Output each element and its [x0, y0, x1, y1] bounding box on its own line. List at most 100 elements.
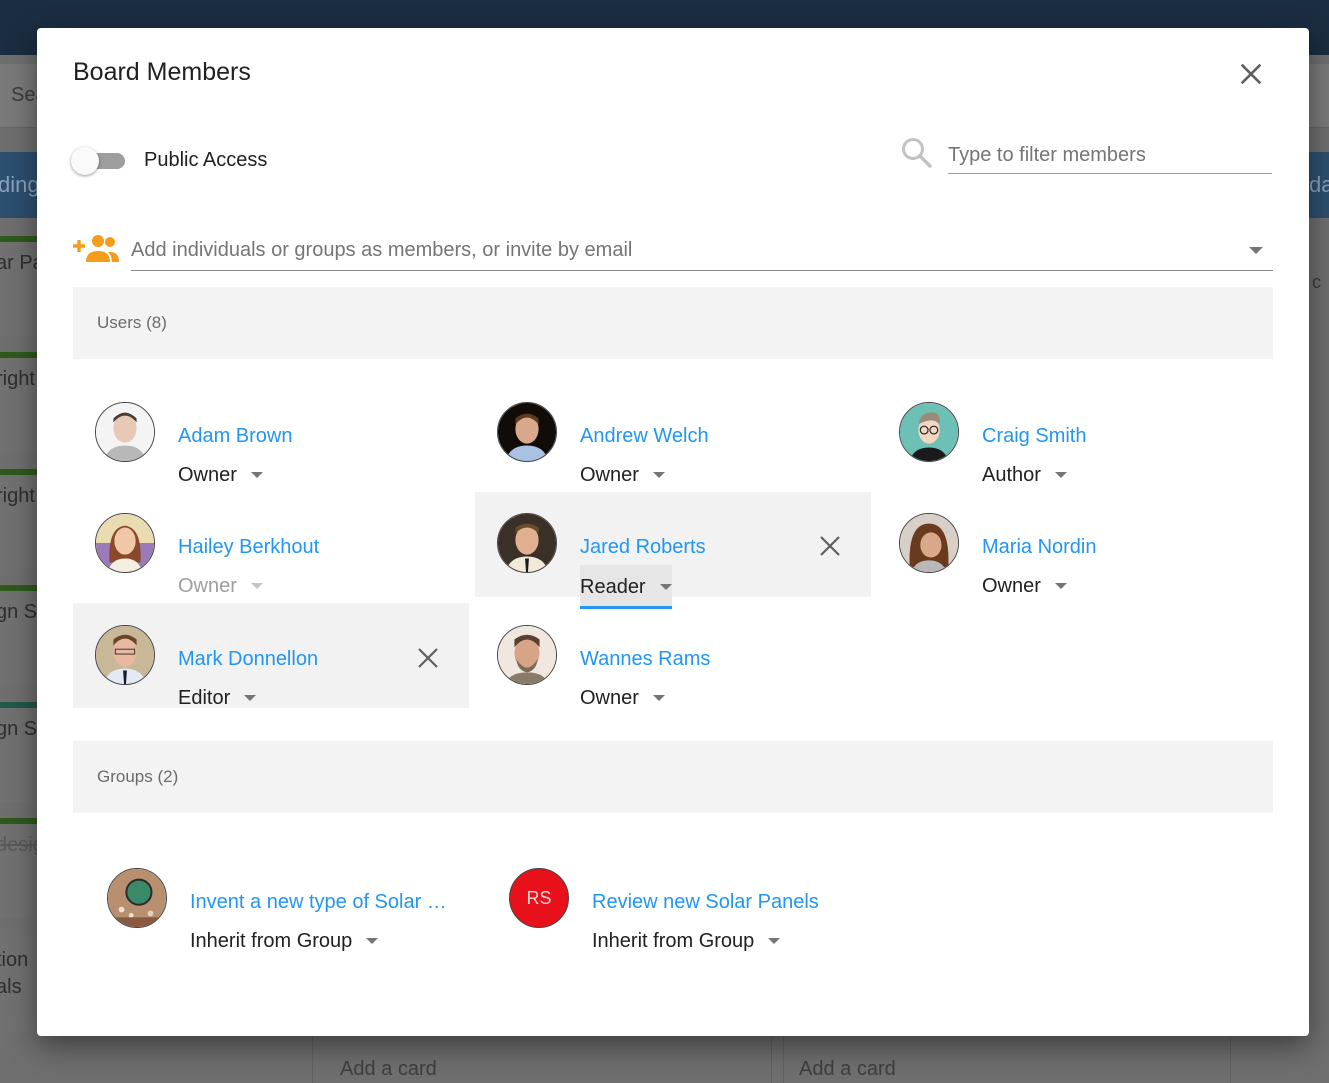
member-name-link[interactable]: Maria Nordin: [982, 536, 1096, 559]
group-name-link[interactable]: Invent a new type of Solar …: [190, 891, 447, 914]
avatar: [899, 513, 959, 573]
user-cartoon-icon: [900, 403, 958, 461]
add-members-placeholder: Add individuals or groups as members, or…: [131, 239, 633, 261]
member-name-link[interactable]: Mark Donnellon: [178, 648, 318, 671]
avatar: [497, 513, 557, 573]
caret-down-icon: [652, 695, 665, 701]
role-dropdown[interactable]: Owner: [982, 571, 1067, 601]
filter-members-input[interactable]: [948, 134, 1272, 174]
bg-card: desig: [0, 818, 37, 918]
list-divider: [783, 1036, 784, 1083]
group-name-link[interactable]: Review new Solar Panels: [592, 891, 819, 914]
group-initials-avatar: RS: [509, 868, 569, 928]
member-item-hovered: Mark Donnellon Editor: [73, 603, 469, 709]
member-item-hovered: Jared Roberts Reader: [475, 492, 871, 609]
bg-card: gn S: [0, 702, 37, 802]
users-section-label: Users (8): [97, 313, 167, 332]
member-name-link[interactable]: Jared Roberts: [580, 536, 706, 559]
caret-down-icon: [366, 938, 379, 944]
role-label: Editor: [178, 686, 231, 709]
role-dropdown[interactable]: Owner: [178, 460, 263, 490]
role-label: Reader: [580, 575, 646, 598]
user-photo-icon: [96, 626, 154, 684]
public-access-toggle[interactable]: [71, 147, 127, 175]
caret-down-icon: [1054, 472, 1067, 478]
remove-member-button[interactable]: [818, 534, 842, 558]
dialog-title: Board Members: [73, 58, 251, 86]
user-photo-icon: [96, 514, 154, 572]
member-name-link[interactable]: Adam Brown: [178, 425, 293, 448]
bg-fragment: c: [1312, 272, 1321, 292]
add-card-link[interactable]: Add a card: [799, 1058, 896, 1081]
remove-member-button[interactable]: [416, 646, 440, 670]
bg-card: right: [0, 352, 37, 452]
close-icon: [820, 536, 840, 556]
role-dropdown[interactable]: Inherit from Group: [592, 926, 781, 956]
role-dropdown[interactable]: Owner: [580, 683, 665, 713]
member-item: Adam Brown Owner: [73, 385, 469, 490]
member-item: Hailey Berkhout Owner: [73, 492, 469, 597]
bg-card: ar Pa: [0, 236, 37, 336]
list-divider: [771, 1036, 772, 1083]
member-name-link[interactable]: Hailey Berkhout: [178, 536, 319, 559]
role-dropdown[interactable]: Author: [982, 460, 1067, 490]
role-label: Owner: [580, 686, 639, 709]
member-item: Craig Smith Author: [877, 385, 1273, 490]
close-icon: [1240, 63, 1262, 85]
caret-down-icon: [1054, 583, 1067, 589]
member-item: Wannes Rams Owner: [475, 603, 871, 709]
caret-down-icon: [652, 472, 665, 478]
groups-section-label: Groups (2): [97, 767, 179, 786]
add-group-icon: [73, 235, 119, 262]
user-photo-icon: [498, 403, 556, 461]
caret-down-icon: [244, 695, 257, 701]
user-photo-icon: [498, 626, 556, 684]
member-name-link[interactable]: Wannes Rams: [580, 648, 710, 671]
role-label: Owner: [580, 463, 639, 486]
role-dropdown[interactable]: Owner: [580, 460, 665, 490]
member-name-link[interactable]: Craig Smith: [982, 425, 1086, 448]
board-members-dialog: Board Members Public Access Add individu…: [37, 28, 1309, 1036]
toggle-thumb: [71, 147, 99, 175]
group-item: RS Review new Solar Panels Inherit from …: [487, 846, 883, 952]
caret-down-icon: [250, 472, 263, 478]
member-name-link[interactable]: Andrew Welch: [580, 425, 709, 448]
group-initials: RS: [526, 887, 552, 908]
search-icon: [902, 138, 932, 168]
role-dropdown[interactable]: Editor: [178, 683, 257, 713]
list-divider: [1230, 1036, 1231, 1083]
group-item: Invent a new type of Solar … Inherit fro…: [85, 846, 481, 952]
role-dropdown[interactable]: Inherit from Group: [190, 926, 379, 956]
bg-card: gn S: [0, 585, 37, 685]
group-avatar: [107, 868, 167, 928]
user-photo-icon: [900, 514, 958, 572]
caret-down-icon: [250, 583, 263, 589]
list-divider: [312, 1036, 313, 1083]
chevron-down-icon[interactable]: [1249, 247, 1263, 254]
add-members-input[interactable]: Add individuals or groups as members, or…: [131, 232, 1273, 271]
close-button[interactable]: [1237, 60, 1265, 88]
member-item: Andrew Welch Owner: [475, 385, 871, 490]
list-header-left: dings: [0, 152, 37, 218]
close-icon: [418, 648, 438, 668]
role-dropdown: Owner: [178, 571, 263, 601]
avatar: [95, 513, 155, 573]
add-card-link[interactable]: Add a card: [340, 1058, 437, 1081]
groups-section-header: Groups (2): [73, 741, 1273, 813]
role-label: Owner: [178, 574, 237, 597]
avatar: [497, 402, 557, 462]
users-section-header: Users (8): [73, 287, 1273, 359]
avatar: [899, 402, 959, 462]
list-header-right: day: [1309, 152, 1329, 218]
caret-down-icon: [768, 938, 781, 944]
bg-card: right: [0, 469, 37, 569]
role-label: Author: [982, 463, 1041, 486]
user-photo-icon: [96, 403, 154, 461]
member-item: Maria Nordin Owner: [877, 492, 1273, 597]
role-label: Inherit from Group: [592, 929, 755, 952]
group-image-icon: [108, 869, 166, 927]
avatar: [497, 625, 557, 685]
public-access-label: Public Access: [144, 149, 268, 171]
role-label: Owner: [178, 463, 237, 486]
role-label: Owner: [982, 574, 1041, 597]
